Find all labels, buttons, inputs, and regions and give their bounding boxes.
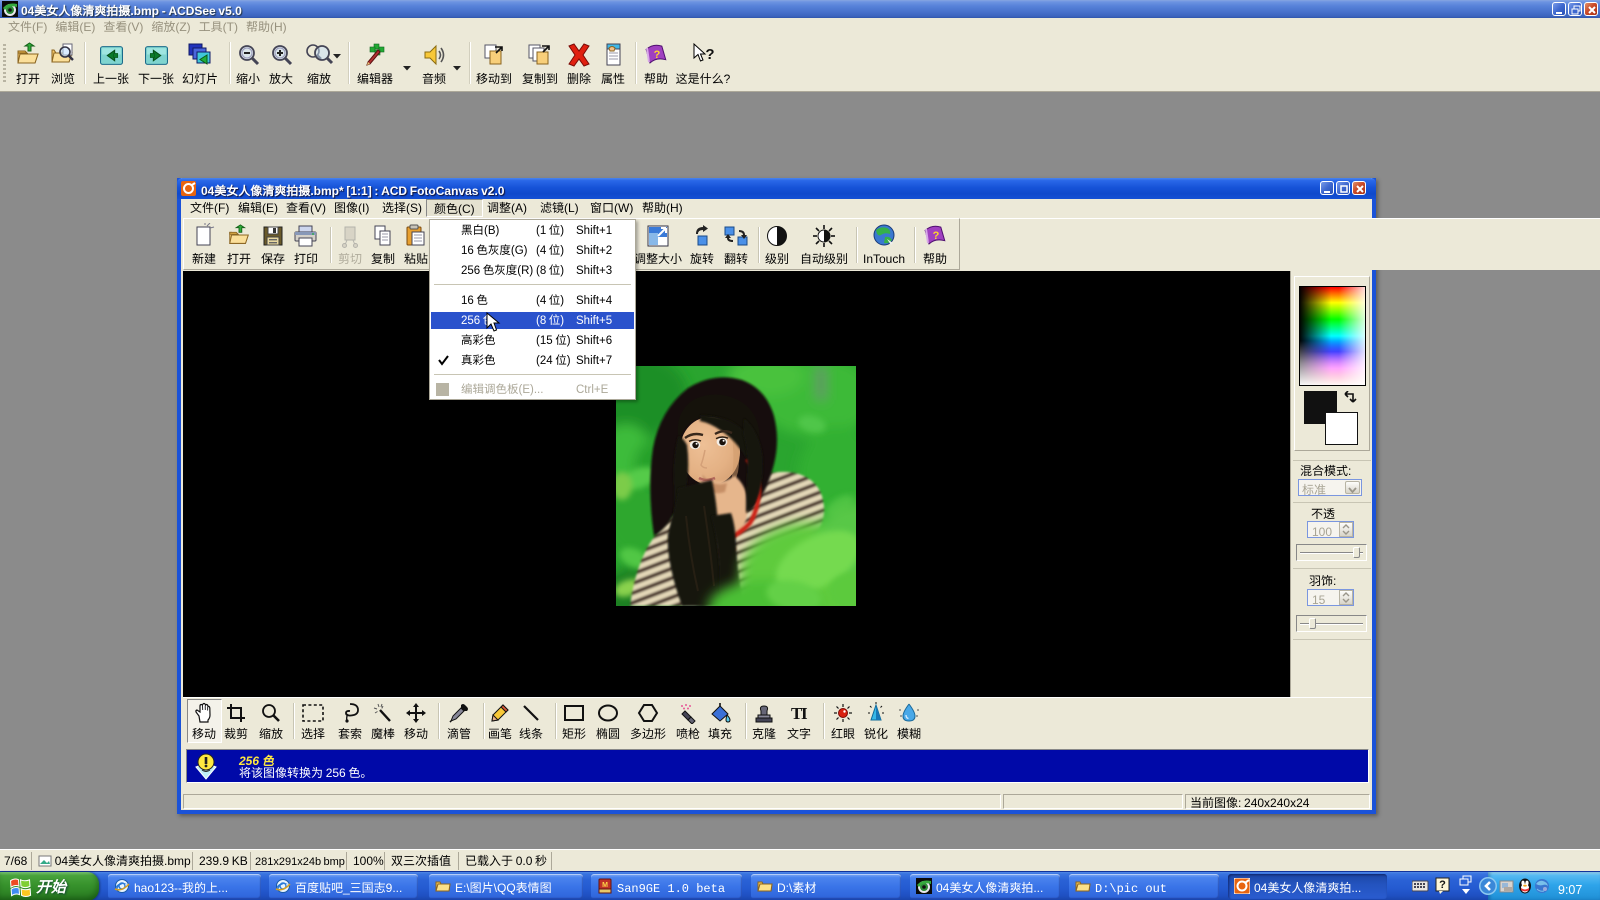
svg-text:?: ? [654, 46, 661, 62]
svg-text:?: ? [1439, 877, 1446, 892]
svg-text:I: I [801, 704, 808, 723]
svg-text:?: ? [933, 227, 940, 243]
svg-text:?: ? [705, 43, 714, 64]
